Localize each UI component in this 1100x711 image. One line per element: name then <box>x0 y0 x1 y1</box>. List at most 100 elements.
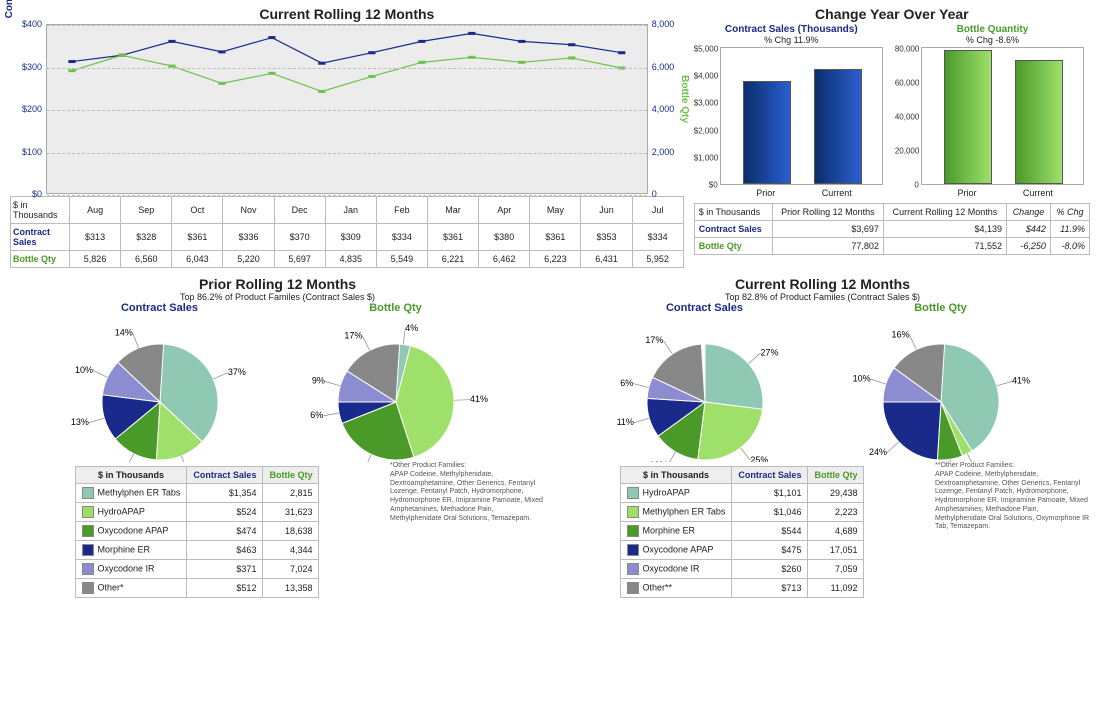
table-row: Oxycodone IR$2607,059 <box>620 560 864 579</box>
y-tick: 0 <box>895 181 919 190</box>
table-cell: $512 <box>187 579 263 598</box>
slice-label: 17% <box>344 330 362 340</box>
table-cell: 4,344 <box>263 541 319 560</box>
month-header: Apr <box>479 197 530 224</box>
table-cell: $544 <box>732 522 808 541</box>
swatch-icon <box>627 525 639 537</box>
slice-label: 6% <box>620 378 633 388</box>
table-cell: 7,059 <box>808 560 864 579</box>
pie-chart: Contract Sales37%14%13%13%10%14% <box>45 302 275 462</box>
swatch-icon <box>82 544 94 556</box>
row-header: Contract Sales <box>11 224 70 251</box>
table-cell: 7,024 <box>263 560 319 579</box>
y-tick: 80,000 <box>895 45 919 54</box>
row-header: Contract Sales <box>694 221 772 238</box>
table-cell: $713 <box>732 579 808 598</box>
bar <box>814 69 862 184</box>
table-cell: 71,552 <box>883 238 1006 255</box>
pie-title: Current Rolling 12 Months <box>555 276 1090 292</box>
unit-label: $ in Thousands <box>620 467 732 484</box>
table-row: Other**$71311,092 <box>620 579 864 598</box>
table-cell: $442 <box>1007 221 1051 238</box>
slice-label: 27% <box>760 347 778 357</box>
table-row: Morphine ER$5444,689 <box>620 522 864 541</box>
bar-label: Prior <box>937 188 997 198</box>
unit-label: $ in Thousands <box>75 467 187 484</box>
table-cell: $371 <box>187 560 263 579</box>
table-cell: 11.9% <box>1050 221 1089 238</box>
table-cell: 5,549 <box>376 251 427 268</box>
table-cell: 6,560 <box>121 251 172 268</box>
table-cell: -8.0% <box>1050 238 1089 255</box>
table-row: Oxycodone APAP$47517,051 <box>620 541 864 560</box>
table-cell: 77,802 <box>772 238 883 255</box>
yoy-table: $ in ThousandsPrior Rolling 12 MonthsCur… <box>694 203 1090 255</box>
month-header: Jul <box>632 197 683 224</box>
table-row: Oxycodone APAP$47418,638 <box>75 522 319 541</box>
pie-chart: Bottle Qty41%3%7%24%10%16% <box>826 302 1056 462</box>
table-cell: $361 <box>172 224 223 251</box>
table-cell: 6,221 <box>427 251 478 268</box>
bar <box>743 81 791 184</box>
row-header: Bottle Qty <box>694 238 772 255</box>
table-cell: $463 <box>187 541 263 560</box>
y2-tick: 0 <box>652 189 684 199</box>
y-tick: $4,000 <box>694 72 718 81</box>
slice-label: 13% <box>649 460 667 462</box>
yoy-sales-chart: Contract Sales (Thousands) % Chg 11.9% $… <box>694 24 889 185</box>
swatch-icon <box>627 544 639 556</box>
table-cell: $524 <box>187 503 263 522</box>
unit-label: $ in Thousands <box>694 204 772 221</box>
y-tick: $5,000 <box>694 45 718 54</box>
month-header: Feb <box>376 197 427 224</box>
y1-tick: $0 <box>10 189 42 199</box>
pie-caption: Top 86.2% of Product Familes (Contract S… <box>10 292 545 302</box>
slice-label: 41% <box>469 394 487 404</box>
table-cell: 4,835 <box>325 251 376 268</box>
slice-label: 37% <box>227 367 245 377</box>
y-tick: $2,000 <box>694 126 718 135</box>
table-cell: 6,223 <box>530 251 581 268</box>
product-table: $ in ThousandsContract SalesBottle QtyMe… <box>75 466 320 598</box>
table-cell: 5,952 <box>632 251 683 268</box>
month-header: May <box>530 197 581 224</box>
slice-label: 41% <box>1012 376 1030 386</box>
swatch-icon <box>627 582 639 594</box>
slice-label: 25% <box>750 455 768 462</box>
month-header: Jan <box>325 197 376 224</box>
slice-label: 13% <box>70 417 88 427</box>
table-cell: 5,826 <box>70 251 121 268</box>
month-header: Mar <box>427 197 478 224</box>
col-header: Change <box>1007 204 1051 221</box>
bar-label: Current <box>1008 188 1068 198</box>
table-cell: 6,462 <box>479 251 530 268</box>
table-cell: 5,697 <box>274 251 325 268</box>
table-cell: $334 <box>376 224 427 251</box>
table-cell: $336 <box>223 224 274 251</box>
table-cell: $361 <box>427 224 478 251</box>
swatch-icon <box>627 487 639 499</box>
swatch-icon <box>627 506 639 518</box>
swatch-icon <box>82 563 94 575</box>
bar <box>1015 60 1063 184</box>
slice-label: 16% <box>891 329 909 339</box>
swatch-icon <box>82 582 94 594</box>
table-cell: $313 <box>70 224 121 251</box>
pie-slice <box>697 402 762 460</box>
y2-tick: 6,000 <box>652 62 684 72</box>
pie-slice <box>883 402 941 460</box>
table-cell: $474 <box>187 522 263 541</box>
rolling12-table: $ in ThousandsAugSepOctNovDecJanFebMarAp… <box>10 196 684 268</box>
col-header: Bottle Qty <box>808 467 864 484</box>
current-pie-panel: Current Rolling 12 MonthsTop 82.8% of Pr… <box>555 274 1090 598</box>
table-cell: 13,358 <box>263 579 319 598</box>
table-cell: 6,043 <box>172 251 223 268</box>
table-row: Morphine ER$4634,344 <box>75 541 319 560</box>
col-header: Current Rolling 12 Months <box>883 204 1006 221</box>
table-row: HydroAPAP$1,10129,438 <box>620 484 864 503</box>
col-header: Bottle Qty <box>263 467 319 484</box>
month-header: Sep <box>121 197 172 224</box>
slice-label: 4% <box>405 323 418 333</box>
rolling12-panel: Current Rolling 12 Months Contract Sales… <box>10 4 684 268</box>
unit-label: $ in Thousands <box>11 197 70 224</box>
